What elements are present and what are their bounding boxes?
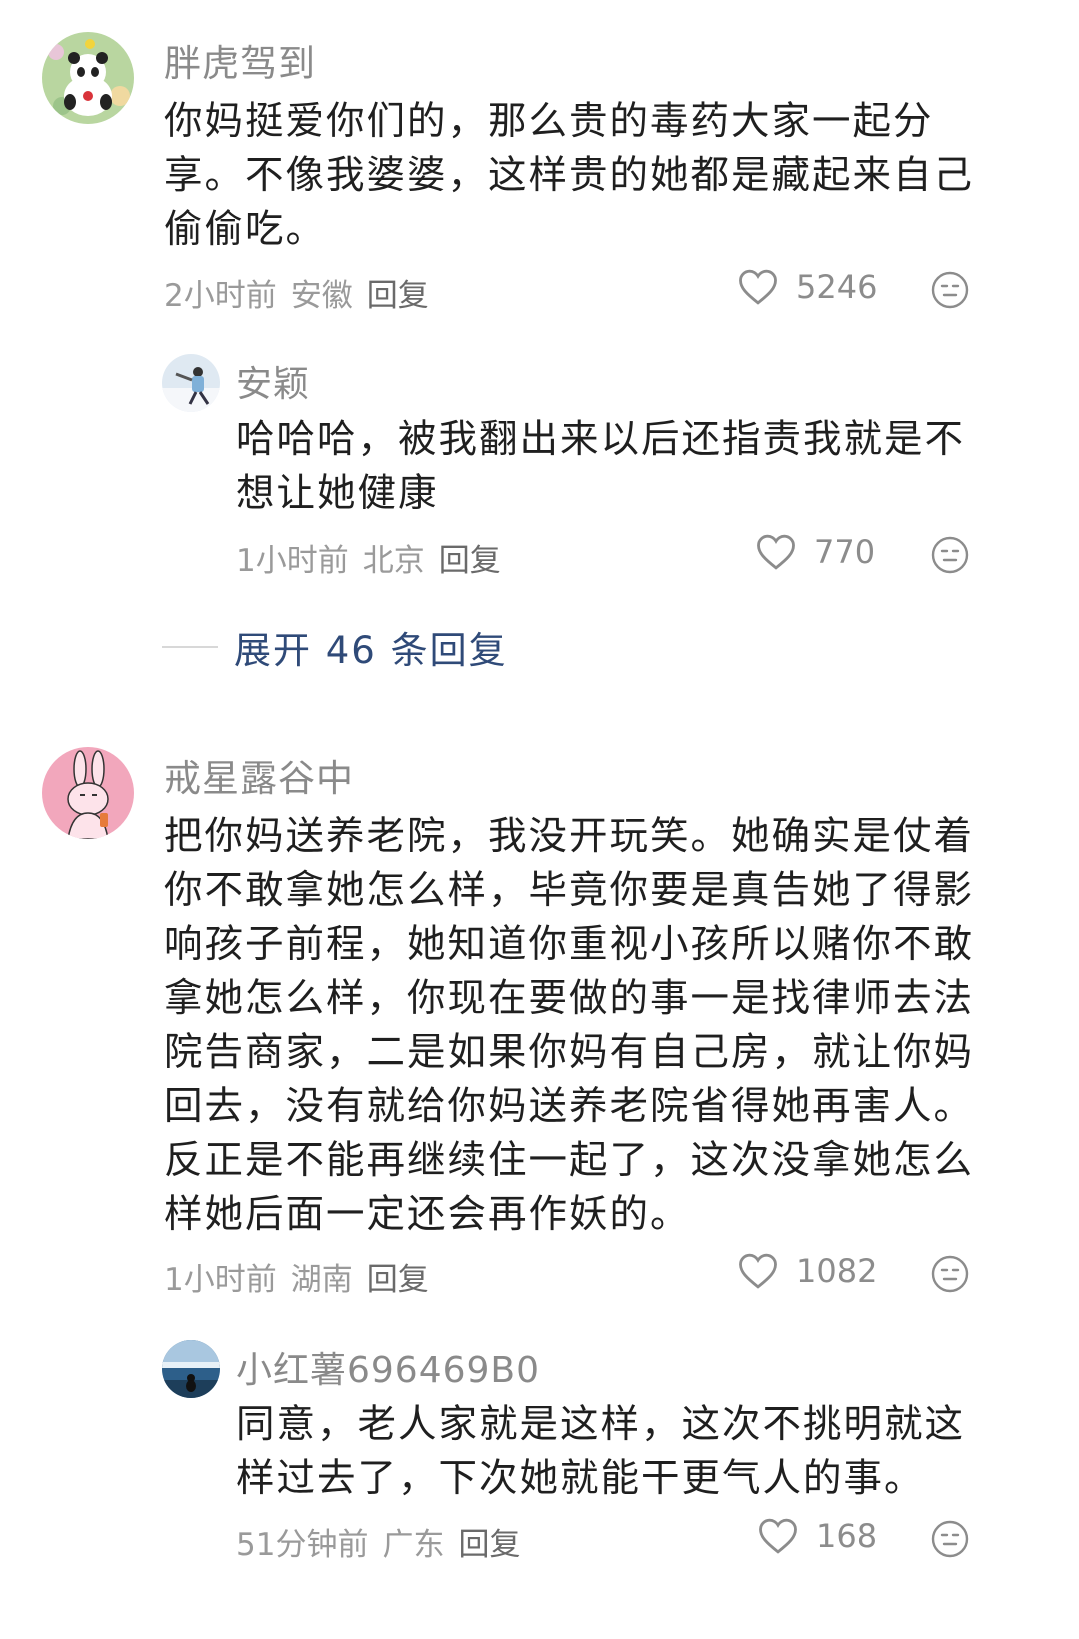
reply-meta: 1小时前 北京 回复 (236, 535, 515, 580)
reply-text: 同意，老人家就是这样，这次不挑明就这 样过去了，下次她就能干更气人的事。 (236, 1398, 996, 1506)
comment-meta: 1小时前 湖南 回复 (164, 1254, 443, 1299)
username[interactable]: 安颖 (236, 355, 310, 407)
heart-outline-icon (739, 1253, 777, 1289)
reply-button[interactable]: 回复 (458, 1527, 520, 1563)
heart-outline-icon (757, 534, 795, 570)
neutral-face-icon[interactable] (930, 1254, 970, 1294)
comment-line: 想让她健康 (236, 471, 439, 516)
comment-line: 偷偷吃。 (164, 207, 327, 252)
username[interactable]: 小红薯696469B0 (236, 1341, 540, 1393)
reply-meta: 51分钟前 广东 回复 (236, 1519, 534, 1564)
neutral-face-icon[interactable] (930, 535, 970, 575)
heart-outline-icon (759, 1518, 797, 1554)
like-button[interactable]: 5246 (738, 268, 877, 306)
avatar[interactable] (42, 32, 134, 124)
expand-replies-button[interactable]: 展开 46 条回复 (162, 620, 508, 674)
comment-line: 你妈挺爱你们的，那么贵的毒药大家一起分 (164, 99, 934, 144)
expand-replies-label: 展开 46 条回复 (234, 629, 508, 672)
avatar[interactable] (42, 747, 134, 839)
timestamp: 51分钟前 (236, 1527, 369, 1563)
avatar[interactable] (162, 1340, 220, 1398)
neutral-face-icon[interactable] (930, 1519, 970, 1559)
comment-line: 你不敢拿她怎么样，毕竟你要是真告她了得影 (164, 868, 975, 913)
comment-line: 院告商家，二是如果你妈有自己房，就让你妈 (164, 1030, 975, 1075)
reply-button[interactable]: 回复 (367, 1262, 429, 1298)
heart-outline-icon (739, 269, 777, 305)
like-count: 5246 (796, 268, 878, 306)
like-button[interactable]: 168 (758, 1517, 877, 1555)
like-count: 168 (816, 1517, 878, 1555)
reply-text: 哈哈哈，被我翻出来以后还指责我就是不 想让她健康 (236, 413, 996, 521)
comment-meta: 2小时前 安徽 回复 (164, 270, 443, 315)
like-button[interactable]: 770 (756, 533, 875, 571)
avatar[interactable] (162, 354, 220, 412)
timestamp: 1小时前 (236, 543, 349, 579)
comment-line: 反正是不能再继续住一起了，这次没拿她怎么 (164, 1138, 975, 1183)
comment-line: 哈哈哈，被我翻出来以后还指责我就是不 (236, 417, 966, 462)
comment-text: 你妈挺爱你们的，那么贵的毒药大家一起分 享。不像我婆婆，这样贵的她都是藏起来自己… (164, 95, 984, 257)
comment-line: 把你妈送养老院，我没开玩笑。她确实是仗着 (164, 814, 975, 859)
reply-button[interactable]: 回复 (439, 543, 501, 579)
comment-line: 拿她怎么样，你现在要做的事一是找律师去法 (164, 976, 975, 1021)
username[interactable]: 戒星露谷中 (164, 748, 354, 802)
location: 广东 (382, 1527, 445, 1563)
location: 安徽 (290, 278, 353, 314)
divider (162, 646, 218, 648)
comment-line: 响孩子前程，她知道你重视小孩所以赌你不敢 (164, 922, 975, 967)
username[interactable]: 胖虎驾到 (164, 33, 316, 87)
like-button[interactable]: 1082 (738, 1252, 877, 1290)
timestamp: 2小时前 (164, 278, 277, 314)
location: 北京 (362, 543, 425, 579)
timestamp: 1小时前 (164, 1262, 277, 1298)
location: 湖南 (290, 1262, 353, 1298)
comment-line: 享。不像我婆婆，这样贵的她都是藏起来自己 (164, 153, 975, 198)
comment-line: 样过去了，下次她就能干更气人的事。 (236, 1456, 925, 1501)
like-count: 770 (814, 533, 876, 571)
comment-line: 回去，没有就给你妈送养老院省得她再害人。 (164, 1084, 975, 1129)
comment-line: 同意，老人家就是这样，这次不挑明就这 (236, 1402, 966, 1447)
reply-button[interactable]: 回复 (367, 278, 429, 314)
comment-text: 把你妈送养老院，我没开玩笑。她确实是仗着 你不敢拿她怎么样，毕竟你要是真告她了得… (164, 810, 994, 1242)
comment-line: 样她后面一定还会再作妖的。 (164, 1192, 691, 1237)
neutral-face-icon[interactable] (930, 270, 970, 310)
like-count: 1082 (796, 1252, 878, 1290)
